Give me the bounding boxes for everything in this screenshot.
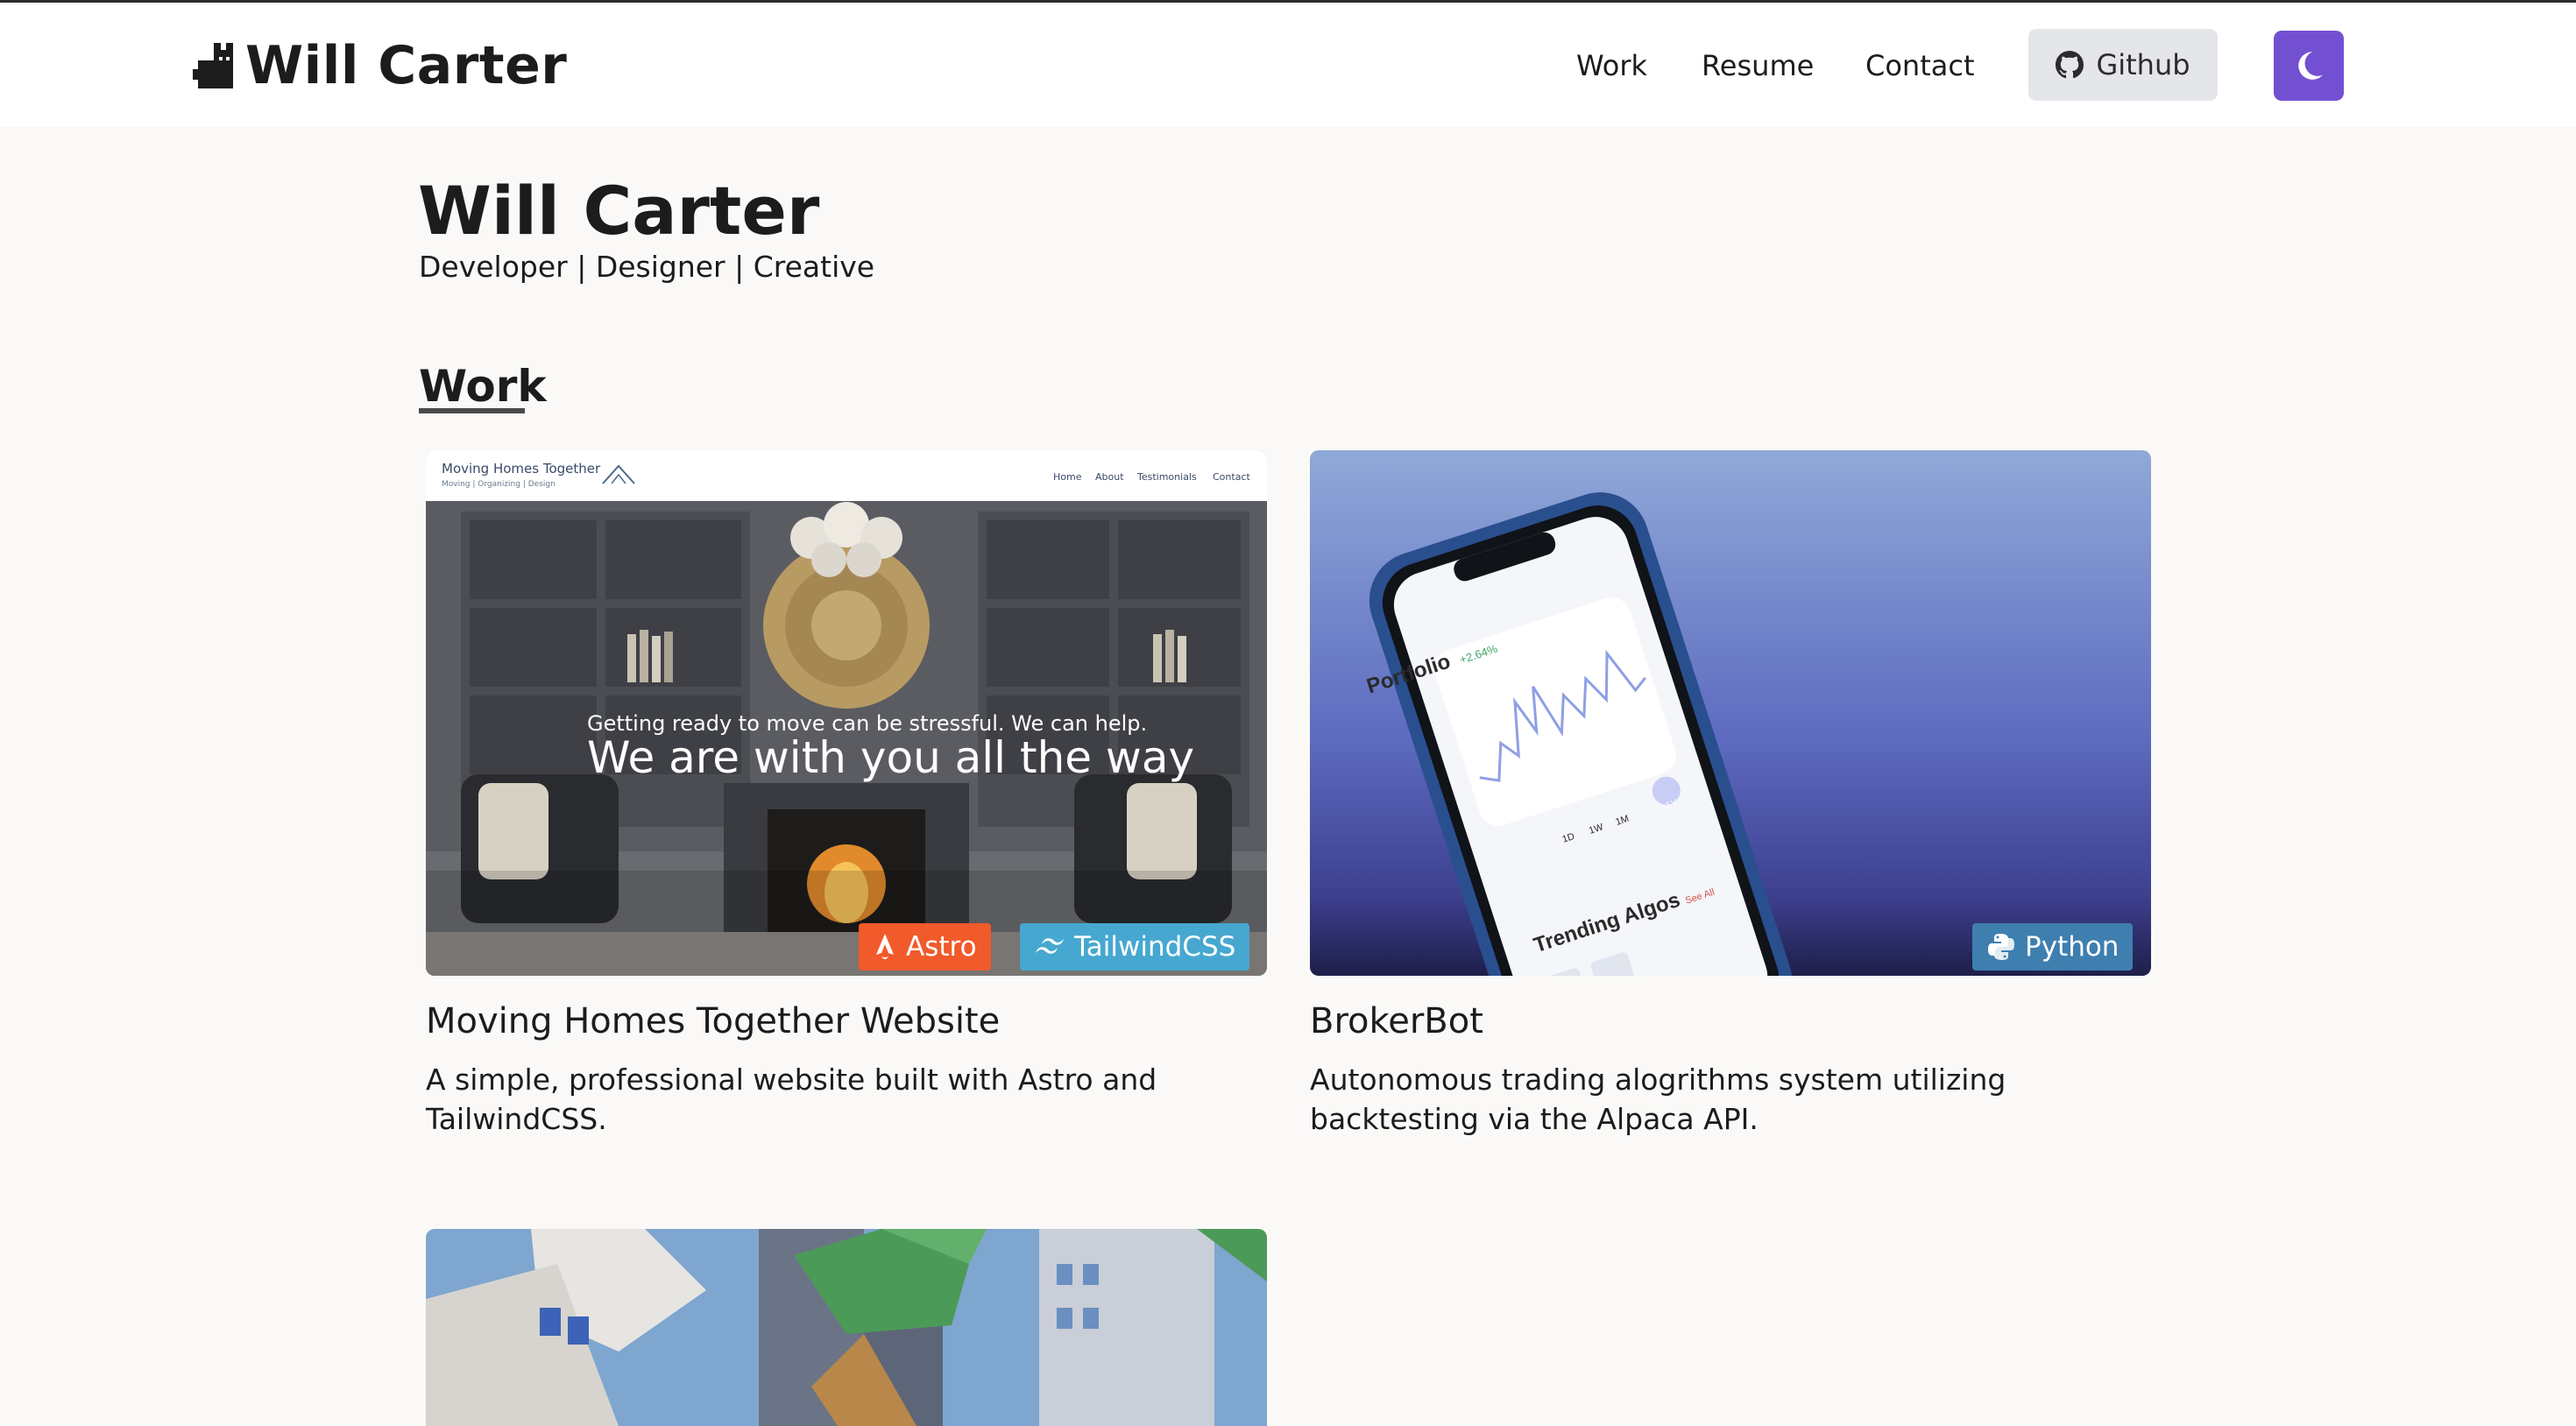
project-title[interactable]: Moving Homes Together Website (426, 999, 1000, 1044)
hero-title: Will Carter (418, 172, 820, 250)
tag-python: Python (1972, 923, 2134, 971)
project-thumbnail-brokerbot[interactable]: Portfolio +2.64% 1D 1W 1M 1Y Trending Al… (1310, 450, 2151, 976)
preview-nav-home: Home (1053, 471, 1082, 483)
project-thumbnail-third[interactable] (426, 1229, 1267, 1426)
github-icon (2056, 51, 2084, 79)
main-nav: Work Resume Contact Github (0, 29, 2576, 102)
github-label: Github (2096, 48, 2190, 81)
work-heading: Work (419, 361, 547, 412)
project-title[interactable]: BrokerBot (1310, 999, 1483, 1044)
python-icon (1986, 932, 2016, 962)
phone-illustration: Portfolio +2.64% 1D 1W 1M 1Y Trending Al… (1310, 450, 2151, 976)
tag-astro: Astro (859, 923, 991, 971)
preview-logo: Moving Homes Together (442, 461, 601, 477)
preview-navbar: Moving Homes Together Moving | Organizin… (426, 450, 1267, 501)
theme-toggle-button[interactable] (2274, 31, 2344, 101)
project-thumbnail-moving-homes[interactable]: Moving Homes Together Moving | Organizin… (426, 450, 1267, 976)
lowpoly-city-illustration (426, 1229, 1267, 1426)
hero-subtitle: Developer | Designer | Creative (419, 250, 875, 284)
tag-python-label: Python (2025, 931, 2120, 963)
moon-icon (2291, 48, 2326, 83)
nav-contact-link[interactable]: Contact (1865, 48, 1975, 83)
preview-nav-about: About (1095, 471, 1124, 483)
tailwind-icon (1034, 937, 1065, 957)
site-header: Will Carter Work Resume Contact Github (0, 3, 2576, 127)
preview-nav-testimonials: Testimonials (1137, 471, 1197, 483)
tag-tailwindcss-label: TailwindCSS (1074, 931, 1236, 963)
work-heading-underline (419, 408, 525, 413)
tag-astro-label: Astro (906, 931, 977, 963)
preview-nav-contact: Contact (1213, 471, 1250, 483)
preview-logo-sub: Moving | Organizing | Design (442, 480, 556, 489)
tag-tailwindcss: TailwindCSS (1020, 923, 1250, 971)
project-description: Autonomous trading alogrithms system uti… (1310, 1062, 2006, 1136)
project-description: A simple, professional website built wit… (426, 1062, 1157, 1136)
house-outline-icon (601, 462, 636, 489)
github-button[interactable]: Github (2028, 29, 2218, 101)
nav-work-link[interactable]: Work (1576, 48, 1647, 83)
preview-headline: We are with you all the way (587, 732, 1195, 783)
astro-icon (873, 932, 897, 962)
nav-resume-link[interactable]: Resume (1702, 48, 1814, 83)
